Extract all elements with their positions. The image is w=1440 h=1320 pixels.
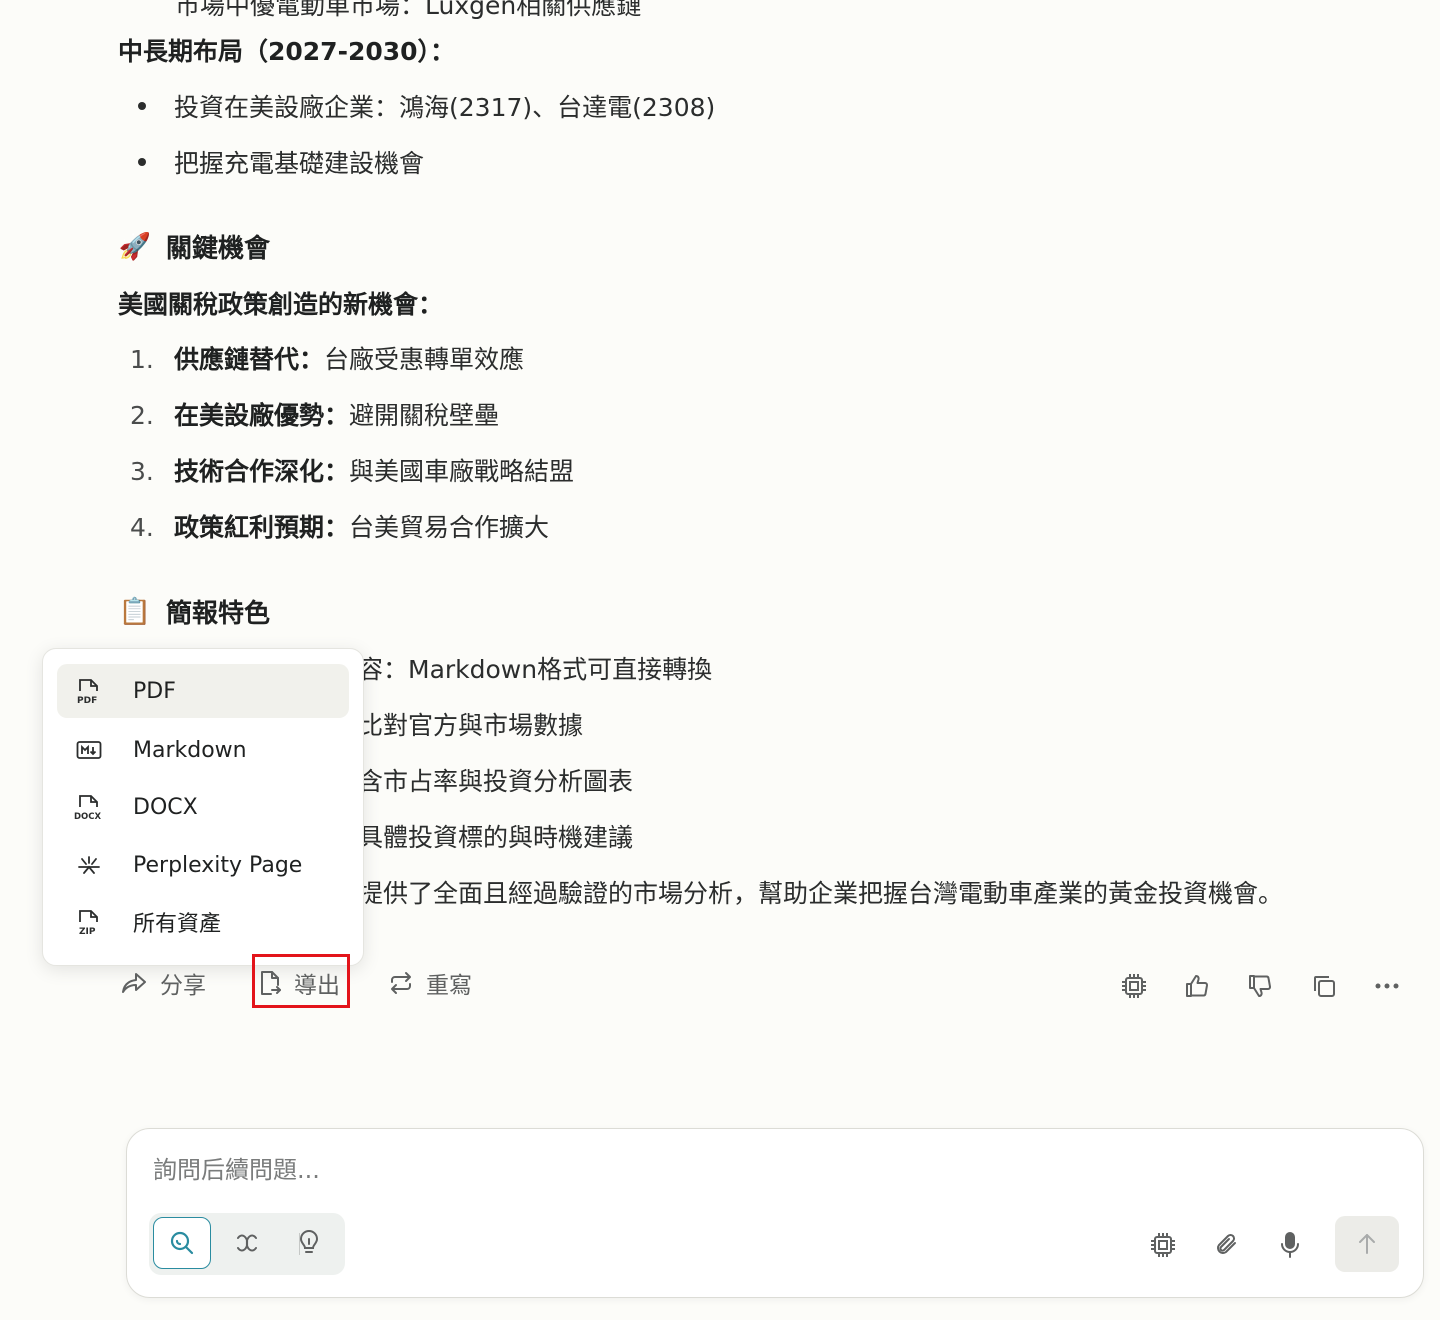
repeat-icon (391, 972, 411, 994)
labs-mode-button[interactable] (283, 1217, 335, 1269)
list-text: 與美國車廠戰略結盟 (349, 457, 575, 486)
export-option-label: 所有資產 (133, 912, 222, 937)
export-highlight-box (252, 954, 350, 1008)
export-option-pdf[interactable]: PDF PDF (57, 664, 349, 718)
list-number: 1. (130, 345, 154, 374)
list-strong: 供應鏈替代： (174, 345, 325, 374)
clipboard-icon: 📋 (118, 596, 152, 627)
list-text: 避開關稅壁壘 (349, 401, 500, 430)
feature-item-partial: 比對官方與市場數據 (358, 711, 584, 740)
export-option-label: PDF (133, 678, 176, 704)
list-item: 3. 技術合作深化： 與美國車廠戰略結盟 (130, 452, 574, 488)
section-title-features: 📋 簡報特色 (118, 593, 270, 630)
research-icon (237, 1234, 257, 1252)
follow-up-composer (126, 1128, 1424, 1298)
thumbs-down-button[interactable] (1240, 966, 1280, 1006)
feature-item-partial: 具體投資標的與時機建議 (358, 823, 634, 852)
export-option-all-assets[interactable]: ZIP 所有資產 (57, 895, 349, 949)
model-chip-button[interactable] (1114, 966, 1154, 1006)
svg-text:ZIP: ZIP (79, 927, 96, 936)
export-option-docx[interactable]: DOCX DOCX (57, 780, 349, 834)
voice-input-button[interactable] (1270, 1225, 1310, 1265)
ellipsis-icon (1375, 983, 1399, 989)
composer-model-button[interactable] (1143, 1225, 1183, 1265)
research-mode-button[interactable] (221, 1217, 273, 1269)
list-number: 2. (130, 401, 154, 430)
section-title-text: 關鍵機會 (166, 234, 271, 264)
follow-up-input[interactable] (151, 1151, 1055, 1189)
rocket-icon: 🚀 (118, 231, 152, 262)
svg-text:DOCX: DOCX (74, 812, 102, 821)
feature-item-partial: 含市占率與投資分析圖表 (358, 767, 634, 796)
share-button[interactable]: 分享 (120, 966, 206, 1000)
cutoff-text-line: 市場中優電動車市場：Luxgen相關供應鏈 (175, 0, 642, 20)
list-text: 台美貿易合作擴大 (349, 513, 550, 542)
markdown-icon (73, 734, 105, 766)
feature-item-partial: 容：Markdown格式可直接轉換 (358, 655, 713, 684)
list-item: 4. 政策紅利預期： 台美貿易合作擴大 (130, 508, 549, 544)
list-strong: 技術合作深化： (174, 457, 350, 486)
docx-file-icon: DOCX (73, 791, 105, 823)
bullet-text: 把握充電基礎建設機會 (174, 149, 425, 178)
list-number: 4. (130, 513, 154, 542)
export-option-label: Perplexity Page (133, 852, 303, 878)
thumbs-down-icon (1249, 975, 1271, 997)
copy-icon (1314, 976, 1335, 997)
lightbulb-icon (299, 1230, 319, 1253)
attach-button[interactable] (1207, 1225, 1247, 1265)
svg-text:PDF: PDF (77, 696, 97, 705)
rewrite-button[interactable]: 重寫 (388, 966, 472, 1000)
bullet-dot (138, 102, 146, 110)
search-mode-group (149, 1213, 345, 1275)
list-strong: 政策紅利預期： (174, 513, 350, 542)
bullet-dot (138, 158, 146, 166)
zip-file-icon: ZIP (73, 906, 105, 938)
export-dropdown-menu: PDF PDF Markdown DOCX DOCX Perplexity Pa… (42, 648, 364, 966)
arrow-up-icon (1359, 1234, 1375, 1254)
export-option-label: Markdown (133, 737, 247, 763)
rewrite-label: 重寫 (426, 973, 472, 999)
section-title-text: 簡報特色 (166, 599, 271, 629)
export-option-label: DOCX (133, 794, 198, 820)
section-title-opportunities: 🚀 關鍵機會 (118, 228, 270, 265)
answer-page: 市場中優電動車市場：Luxgen相關供應鏈 中長期布局（2027-2030）： … (0, 0, 1440, 1320)
export-option-markdown[interactable]: Markdown (57, 723, 349, 777)
search-mode-button[interactable] (153, 1217, 211, 1269)
cpu-chip-icon (1122, 974, 1146, 998)
export-option-perplexity-page[interactable]: Perplexity Page (57, 838, 349, 892)
bullet-item: 把握充電基礎建設機會 (138, 144, 424, 180)
long-term-heading: 中長期布局（2027-2030）： (118, 37, 456, 66)
bullet-item: 投資在美設廠企業：鴻海(2317)、台達電(2308) (138, 88, 715, 124)
more-options-button[interactable] (1367, 966, 1407, 1006)
list-text: 台廠受惠轉單效應 (324, 345, 525, 374)
share-label: 分享 (160, 973, 206, 999)
thumbs-up-icon (1186, 975, 1208, 997)
paperclip-icon (1217, 1233, 1236, 1254)
copy-button[interactable] (1304, 966, 1344, 1006)
cpu-chip-icon (1151, 1233, 1175, 1257)
search-icon (170, 1231, 194, 1255)
thumbs-up-button[interactable] (1177, 966, 1217, 1006)
list-item: 2. 在美設廠優勢： 避開關稅壁壘 (130, 396, 499, 432)
list-strong: 在美設廠優勢： (174, 401, 350, 430)
list-item: 1. 供應鏈替代： 台廠受惠轉單效應 (130, 340, 524, 376)
opportunities-subheading: 美國關稅政策創造的新機會： (118, 290, 444, 319)
share-arrow-icon (122, 973, 146, 993)
pdf-file-icon: PDF (73, 675, 105, 707)
bullet-text: 投資在美設廠企業：鴻海(2317)、台達電(2308) (174, 93, 716, 122)
list-number: 3. (130, 457, 154, 486)
perplexity-icon (73, 849, 105, 881)
microphone-icon (1281, 1232, 1299, 1258)
send-button[interactable] (1335, 1216, 1399, 1272)
summary-text-partial: 提供了全面且經過驗證的市場分析，幫助企業把握台灣電動車產業的黃金投資機會。 (358, 879, 1284, 908)
